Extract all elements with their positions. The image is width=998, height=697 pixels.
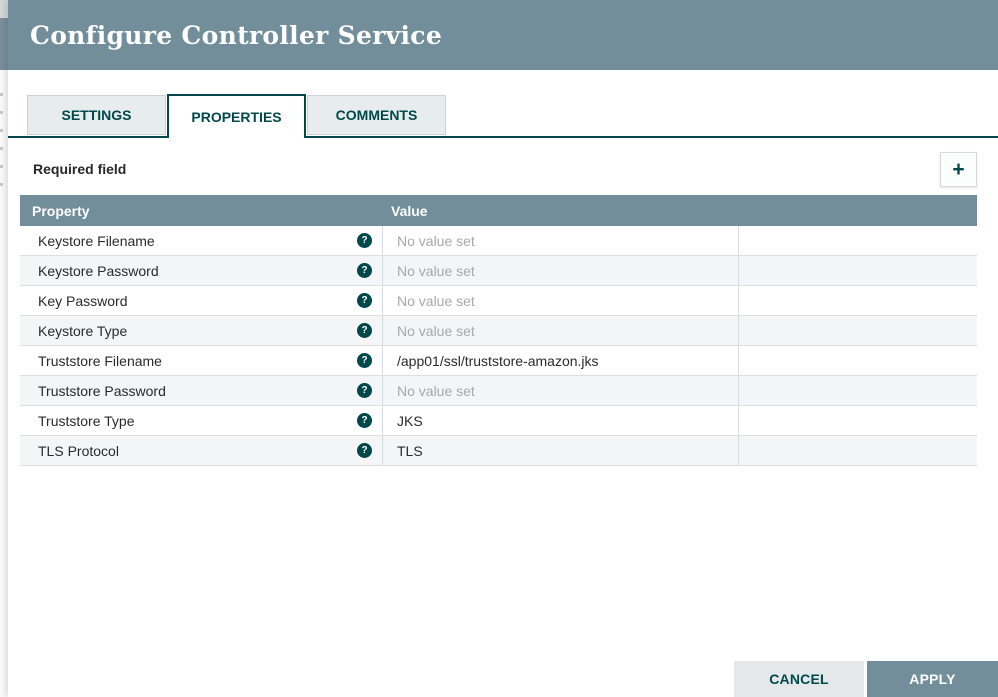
value-cell[interactable]: No value set bbox=[383, 286, 739, 315]
property-name: Truststore Filename bbox=[38, 352, 162, 369]
properties-table-body: Keystore Filename? No value set Keystore P… bbox=[20, 226, 977, 466]
property-value: No value set bbox=[397, 382, 475, 399]
table-row: Keystore Filename? No value set bbox=[20, 226, 977, 256]
property-name: Truststore Type bbox=[38, 412, 135, 429]
properties-table-header: Property Value bbox=[20, 195, 977, 226]
help-icon[interactable]: ? bbox=[357, 383, 372, 398]
dialog-footer: CANCEL APPLY bbox=[734, 661, 998, 697]
dialog-titlebar: Configure Controller Service bbox=[8, 0, 998, 70]
help-icon[interactable]: ? bbox=[357, 323, 372, 338]
empty-cell bbox=[739, 346, 977, 375]
property-cell: Keystore Type? bbox=[20, 316, 383, 345]
property-cell: Keystore Filename? bbox=[20, 226, 383, 255]
property-name: TLS Protocol bbox=[38, 442, 119, 459]
empty-cell bbox=[739, 436, 977, 465]
property-cell: Keystore Password? bbox=[20, 256, 383, 285]
table-row: Keystore Password? No value set bbox=[20, 256, 977, 286]
value-cell[interactable]: No value set bbox=[383, 376, 739, 405]
empty-cell bbox=[739, 406, 977, 435]
table-row: Key Password? No value set bbox=[20, 286, 977, 316]
table-toolbar: Required field + bbox=[33, 151, 977, 187]
value-cell[interactable]: No value set bbox=[383, 256, 739, 285]
help-icon[interactable]: ? bbox=[357, 353, 372, 368]
property-cell: Truststore Type? bbox=[20, 406, 383, 435]
table-row: Keystore Type? No value set bbox=[20, 316, 977, 346]
tab-settings[interactable]: SETTINGS bbox=[27, 95, 166, 135]
property-cell: Key Password? bbox=[20, 286, 383, 315]
property-value: No value set bbox=[397, 322, 475, 339]
help-icon[interactable]: ? bbox=[357, 413, 372, 428]
property-name: Truststore Password bbox=[38, 382, 166, 399]
property-value: No value set bbox=[397, 232, 475, 249]
tab-comments[interactable]: COMMENTS bbox=[307, 95, 446, 135]
value-cell[interactable]: No value set bbox=[383, 316, 739, 345]
background-canvas bbox=[0, 0, 8, 697]
empty-cell bbox=[739, 286, 977, 315]
tab-properties[interactable]: PROPERTIES bbox=[167, 94, 306, 138]
value-cell[interactable]: /app01/ssl/truststore-amazon.jks bbox=[383, 346, 739, 375]
empty-cell bbox=[739, 256, 977, 285]
help-icon[interactable]: ? bbox=[357, 263, 372, 278]
property-cell: TLS Protocol? bbox=[20, 436, 383, 465]
apply-button[interactable]: APPLY bbox=[867, 661, 998, 697]
table-row: TLS Protocol? TLS bbox=[20, 436, 977, 466]
cancel-button[interactable]: CANCEL bbox=[734, 661, 864, 697]
property-name: Keystore Password bbox=[38, 262, 159, 279]
required-field-label: Required field bbox=[33, 161, 127, 177]
properties-table: Property Value Keystore Filename? No valu… bbox=[20, 195, 977, 466]
property-cell: Truststore Password? bbox=[20, 376, 383, 405]
help-icon[interactable]: ? bbox=[357, 293, 372, 308]
property-name: Keystore Type bbox=[38, 322, 128, 339]
table-row: Truststore Filename? /app01/ssl/truststor… bbox=[20, 346, 977, 376]
property-value: TLS bbox=[397, 442, 423, 459]
dialog-title: Configure Controller Service bbox=[30, 20, 443, 50]
tab-label: PROPERTIES bbox=[191, 109, 282, 125]
property-value: /app01/ssl/truststore-amazon.jks bbox=[397, 352, 599, 369]
background-canvas-top bbox=[0, 0, 8, 18]
property-value: No value set bbox=[397, 292, 475, 309]
property-value: No value set bbox=[397, 262, 475, 279]
help-icon[interactable]: ? bbox=[357, 233, 372, 248]
value-cell[interactable]: No value set bbox=[383, 226, 739, 255]
value-cell[interactable]: TLS bbox=[383, 436, 739, 465]
configure-controller-service-dialog: Configure Controller Service SETTINGS PRO… bbox=[8, 0, 998, 697]
plus-icon: + bbox=[952, 157, 965, 181]
tabs-container: SETTINGS PROPERTIES COMMENTS bbox=[27, 94, 447, 138]
property-name: Key Password bbox=[38, 292, 128, 309]
property-cell: Truststore Filename? bbox=[20, 346, 383, 375]
column-header-property: Property bbox=[32, 202, 90, 219]
column-header-value: Value bbox=[391, 202, 428, 219]
empty-cell bbox=[739, 376, 977, 405]
tab-underline bbox=[8, 136, 998, 138]
background-canvas-marks bbox=[0, 78, 3, 193]
table-row: Truststore Password? No value set bbox=[20, 376, 977, 406]
tab-label: COMMENTS bbox=[335, 107, 418, 123]
tab-bar: SETTINGS PROPERTIES COMMENTS bbox=[8, 94, 998, 138]
empty-cell bbox=[739, 316, 977, 345]
property-name: Keystore Filename bbox=[38, 232, 155, 249]
add-property-button[interactable]: + bbox=[940, 151, 977, 187]
background-canvas-header-edge bbox=[0, 18, 8, 70]
value-cell[interactable]: JKS bbox=[383, 406, 739, 435]
tab-label: SETTINGS bbox=[61, 107, 132, 123]
empty-cell bbox=[739, 226, 977, 255]
property-value: JKS bbox=[397, 412, 423, 429]
help-icon[interactable]: ? bbox=[357, 443, 372, 458]
table-row: Truststore Type? JKS bbox=[20, 406, 977, 436]
